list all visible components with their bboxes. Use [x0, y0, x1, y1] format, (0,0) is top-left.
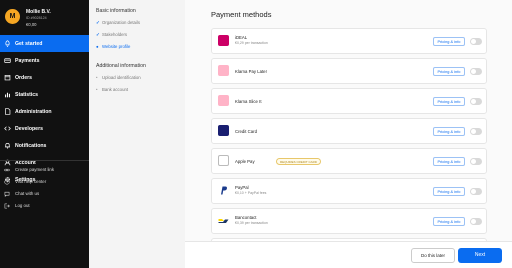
box-icon [4, 75, 11, 81]
chat-with-us[interactable]: Chat with us [0, 188, 89, 200]
klarna-logo-icon [218, 65, 229, 76]
payment-method-klarna-pay-later: Klarna Pay Later Pricing & info [211, 58, 487, 84]
enable-toggle[interactable] [470, 158, 482, 165]
do-this-later-button[interactable]: Do this later [411, 248, 455, 263]
ideal-logo-icon [218, 35, 229, 46]
enable-toggle[interactable] [470, 128, 482, 135]
step-label: Upload identification [102, 75, 141, 80]
nav-item-label: Orders [15, 74, 33, 81]
organization-id: ID #9028124 [26, 16, 47, 20]
nav-item-developers[interactable]: Developers [0, 120, 89, 137]
secondary-nav-label: Visit help center [15, 179, 47, 184]
create-payment-link[interactable]: Create payment link [0, 164, 89, 176]
method-name: iDEAL [235, 35, 248, 40]
card-icon [4, 58, 11, 63]
nav-item-label: Administration [15, 108, 52, 115]
onboarding-steps: Basic information ✓ Organization details … [89, 0, 185, 268]
chart-icon [5, 92, 10, 98]
organization-balance: €0,00 [26, 22, 37, 27]
paypal-logo-icon [221, 186, 227, 195]
method-fee: €0,10 + PayPal fees [235, 191, 267, 195]
step-label: Website profile [102, 44, 131, 49]
enable-toggle[interactable] [470, 68, 482, 75]
document-icon [5, 108, 11, 115]
secondary-nav-label: Log out [15, 203, 30, 208]
enable-toggle[interactable] [470, 218, 482, 225]
footer-bar: Do this later Next [185, 241, 512, 268]
requirement-badge: REQUIRES CREDIT CARD [276, 158, 321, 165]
section-title-basic: Basic information [96, 8, 136, 14]
pricing-info-button[interactable]: Pricing & info [433, 37, 465, 46]
payment-method-klarna-slice-it: Klarna Slice It Pricing & info [211, 88, 487, 114]
nav-item-payments[interactable]: Payments [0, 52, 89, 69]
step-website-profile[interactable]: ● Website profile [96, 44, 130, 49]
bancontact-logo-icon [218, 219, 229, 223]
chat-icon [4, 191, 10, 197]
nav-item-label: Statistics [15, 91, 39, 98]
payment-method-credit-card: Credit Card Pricing & info [211, 118, 487, 144]
nav-item-orders[interactable]: Orders [0, 69, 89, 86]
logout-icon [4, 203, 10, 208]
enable-toggle[interactable] [470, 98, 482, 105]
method-name: Klarna Slice It [235, 99, 262, 104]
nav-item-label: Get started [15, 40, 43, 47]
nav-item-label: Developers [15, 125, 43, 132]
pricing-info-button[interactable]: Pricing & info [433, 97, 465, 106]
method-name: Credit Card [235, 129, 257, 134]
section-title-additional: Additional information [96, 63, 146, 69]
method-name: Bancontact [235, 215, 257, 220]
avatar: M [5, 9, 20, 24]
payment-method-ideal: iDEAL €0,29 per transaction Pricing & in… [211, 28, 487, 54]
log-out[interactable]: Log out [0, 200, 89, 212]
step-organization-details[interactable]: ✓ Organization details [96, 20, 140, 26]
bell-icon [5, 143, 10, 149]
pricing-info-button[interactable]: Pricing & info [433, 127, 465, 136]
nav-item-administration[interactable]: Administration [0, 103, 89, 120]
step-label: Bank account [102, 87, 129, 92]
next-button[interactable]: Next [458, 248, 502, 263]
help-icon [4, 178, 10, 185]
pricing-info-button[interactable]: Pricing & info [433, 187, 465, 196]
apple-pay-logo-icon [218, 155, 229, 166]
link-icon [4, 168, 10, 171]
secondary-nav: Create payment link Visit help center Ch… [0, 164, 89, 212]
code-icon [4, 126, 11, 131]
visit-help-center[interactable]: Visit help center [0, 176, 89, 188]
step-upload-identification[interactable]: • Upload identification [96, 75, 141, 80]
nav-item-label: Payments [15, 57, 40, 64]
page-title: Payment methods [211, 10, 272, 19]
payment-method-bancontact: Bancontact €0,39 per transaction Pricing… [211, 208, 487, 234]
method-fee: €0,39 per transaction [235, 221, 268, 225]
nav-item-statistics[interactable]: Statistics [0, 86, 89, 103]
method-fee: €0,29 per transaction [235, 41, 268, 45]
method-name: PayPal [235, 185, 249, 190]
organization-name: Mollie B.V. [26, 9, 51, 15]
payment-method-apple-pay: Apple Pay REQUIRES CREDIT CARD Pricing &… [211, 148, 487, 174]
step-label: Stakeholders [102, 32, 128, 37]
main-content: Payment methods iDEAL €0,29 per transact… [185, 0, 512, 268]
sidebar-divider [0, 160, 89, 161]
payment-method-paypal: PayPal €0,10 + PayPal fees Pricing & inf… [211, 178, 487, 204]
step-label: Organization details [102, 20, 140, 25]
sidebar: M Mollie B.V. ID #9028124 €0,00 Get star… [0, 0, 89, 268]
rocket-icon [5, 40, 10, 47]
enable-toggle[interactable] [470, 38, 482, 45]
klarna-logo-icon [218, 95, 229, 106]
credit-card-logo-icon [218, 125, 229, 136]
secondary-nav-label: Create payment link [15, 167, 55, 172]
pricing-info-button[interactable]: Pricing & info [433, 67, 465, 76]
nav-item-notifications[interactable]: Notifications [0, 137, 89, 154]
step-bank-account[interactable]: • Bank account [96, 87, 128, 92]
pricing-info-button[interactable]: Pricing & info [433, 217, 465, 226]
nav-item-label: Notifications [15, 142, 47, 149]
secondary-nav-label: Chat with us [15, 191, 40, 196]
organization-switcher[interactable]: M Mollie B.V. ID #9028124 €0,00 [5, 9, 87, 29]
nav-item-get-started[interactable]: Get started [0, 35, 89, 52]
step-stakeholders[interactable]: ✓ Stakeholders [96, 32, 127, 38]
enable-toggle[interactable] [470, 188, 482, 195]
method-name: Apple Pay [235, 159, 255, 164]
pricing-info-button[interactable]: Pricing & info [433, 157, 465, 166]
method-name: Klarna Pay Later [235, 69, 268, 74]
